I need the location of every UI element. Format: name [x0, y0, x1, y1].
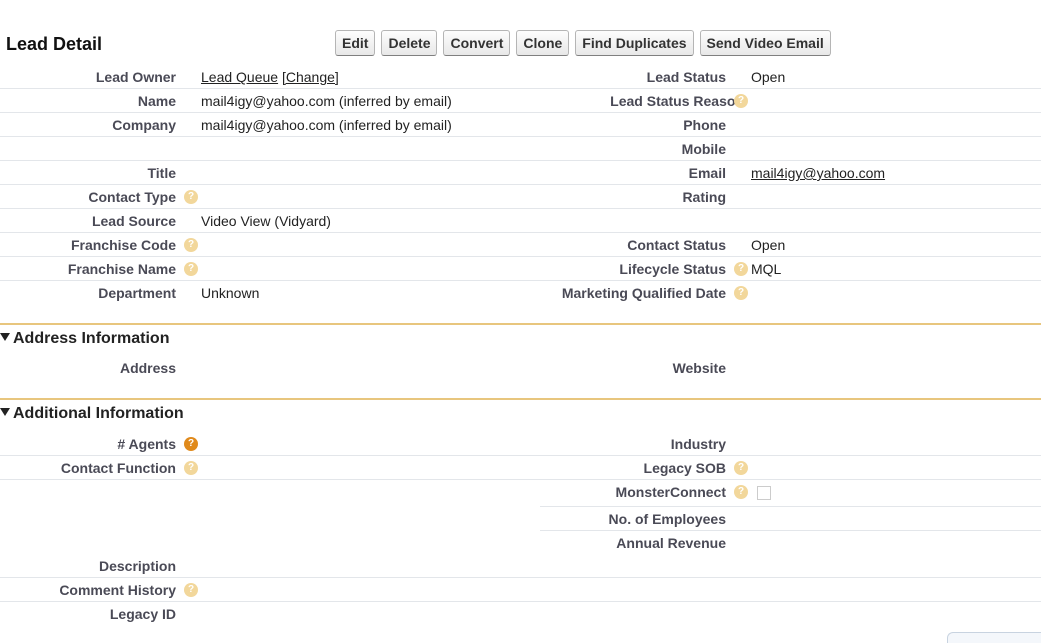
- mobile-label: Mobile: [681, 141, 726, 157]
- row-company: Company mail4igy@yahoo.com (inferred by …: [0, 112, 1041, 137]
- row-description: Description: [0, 553, 1041, 578]
- row-franchise-code: Franchise Code ? Contact Status Open: [0, 232, 1041, 257]
- lead-owner-value: Lead Queue [Change]: [201, 69, 339, 85]
- contact-function-label: Contact Function: [60, 460, 176, 476]
- row-comment-history: Comment History ?: [0, 577, 1041, 602]
- monsterconnect-label: MonsterConnect: [615, 484, 726, 500]
- lifecycle-status-value: MQL: [751, 261, 782, 277]
- name-label: Name: [137, 93, 176, 109]
- help-icon[interactable]: ?: [734, 262, 748, 276]
- contact-type-label: Contact Type: [88, 189, 176, 205]
- row-franchise-name: Franchise Name ? Lifecycle Status ? MQL: [0, 256, 1041, 281]
- email-label: Email: [688, 165, 726, 181]
- lead-status-value: Open: [751, 69, 786, 85]
- row-monsterconnect: MonsterConnect ?: [0, 479, 1041, 503]
- row-department: Department Unknown Marketing Qualified D…: [0, 280, 1041, 304]
- help-icon[interactable]: ?: [734, 286, 748, 300]
- contact-status-value: Open: [751, 237, 786, 253]
- row-contact-type: Contact Type ? Rating: [0, 184, 1041, 209]
- lifecycle-status-label: Lifecycle Status: [619, 261, 726, 277]
- row-name: Name mail4igy@yahoo.com (inferred by ema…: [0, 88, 1041, 113]
- company-value: mail4igy@yahoo.com (inferred by email): [201, 117, 452, 133]
- send-video-email-button[interactable]: Send Video Email: [699, 30, 831, 56]
- company-label: Company: [112, 117, 176, 133]
- lead-source-label: Lead Source: [91, 213, 176, 229]
- row-contact-function: Contact Function ? Legacy SOB ?: [0, 455, 1041, 480]
- row-lead-owner: Lead Owner Lead Queue [Change] Lead Stat…: [0, 64, 1041, 89]
- agents-label: # Agents: [117, 436, 176, 452]
- help-icon[interactable]: ?: [184, 238, 198, 252]
- annual-revenue-label: Annual Revenue: [616, 535, 726, 551]
- row-lead-source: Lead Source Video View (Vidyard): [0, 208, 1041, 233]
- phone-label: Phone: [683, 117, 726, 133]
- help-icon[interactable]: ?: [184, 262, 198, 276]
- lead-status-reason-label: Lead Status Reason: [610, 93, 744, 109]
- help-icon[interactable]: ?: [734, 485, 748, 499]
- lead-owner-label: Lead Owner: [95, 69, 176, 85]
- address-label: Address: [119, 360, 176, 376]
- description-label: Description: [98, 558, 176, 574]
- comment-history-label: Comment History: [59, 582, 176, 598]
- row-agents: # Agents ? Industry: [0, 431, 1041, 456]
- collapse-triangle-icon[interactable]: [0, 408, 10, 416]
- help-icon[interactable]: ?: [184, 461, 198, 475]
- help-icon[interactable]: ?: [184, 583, 198, 597]
- delete-button[interactable]: Delete: [381, 30, 438, 56]
- help-icon[interactable]: ?: [184, 437, 198, 451]
- lead-status-label: Lead Status: [646, 69, 726, 85]
- row-legacy-id: Legacy ID: [0, 601, 1041, 625]
- name-value: mail4igy@yahoo.com (inferred by email): [201, 93, 452, 109]
- help-icon[interactable]: ?: [734, 94, 748, 108]
- row-annual-revenue: Annual Revenue: [0, 530, 1041, 554]
- row-title: Title Email mail4igy@yahoo.com: [0, 160, 1041, 185]
- page-title: Lead Detail: [6, 34, 103, 54]
- legacy-id-label: Legacy ID: [109, 606, 176, 622]
- lead-owner-link[interactable]: Lead Queue: [201, 69, 278, 85]
- employees-label: No. of Employees: [608, 511, 726, 527]
- collapse-triangle-icon[interactable]: [0, 333, 10, 341]
- floating-panel-edge[interactable]: [947, 632, 1041, 643]
- edit-button[interactable]: Edit: [335, 30, 376, 56]
- help-icon[interactable]: ?: [184, 190, 198, 204]
- find-duplicates-button[interactable]: Find Duplicates: [575, 30, 694, 56]
- lead-source-value: Video View (Vidyard): [201, 213, 331, 229]
- button-bar: Edit Delete Convert Clone Find Duplicate…: [335, 30, 831, 56]
- section-title: Additional Information: [13, 405, 184, 422]
- convert-button[interactable]: Convert: [443, 30, 511, 56]
- website-label: Website: [672, 360, 726, 376]
- row-address: Address Website: [0, 355, 1041, 379]
- contact-status-label: Contact Status: [627, 237, 726, 253]
- rating-label: Rating: [682, 189, 726, 205]
- help-icon[interactable]: ?: [734, 461, 748, 475]
- industry-label: Industry: [670, 436, 726, 452]
- department-label: Department: [98, 285, 176, 301]
- top-divider: [0, 0, 1041, 4]
- section-additional-information[interactable]: Additional Information: [0, 398, 1041, 426]
- section-title: Address Information: [13, 330, 170, 347]
- email-link[interactable]: mail4igy@yahoo.com: [751, 165, 885, 181]
- legacy-sob-label: Legacy SOB: [643, 460, 726, 476]
- lead-status-reason-text: Lead Status Reason: [610, 93, 744, 109]
- title-label: Title: [147, 165, 176, 181]
- clone-button[interactable]: Clone: [516, 30, 570, 56]
- section-address-information[interactable]: Address Information: [0, 323, 1041, 351]
- franchise-code-label: Franchise Code: [70, 237, 176, 253]
- row-mobile: Mobile: [0, 136, 1041, 161]
- franchise-name-label: Franchise Name: [67, 261, 176, 277]
- department-value: Unknown: [201, 285, 260, 301]
- monsterconnect-checkbox[interactable]: [757, 486, 771, 500]
- marketing-qualified-date-label: Marketing Qualified Date: [561, 285, 726, 301]
- row-employees: No. of Employees: [0, 506, 1041, 530]
- change-owner-link[interactable]: [Change]: [282, 69, 339, 85]
